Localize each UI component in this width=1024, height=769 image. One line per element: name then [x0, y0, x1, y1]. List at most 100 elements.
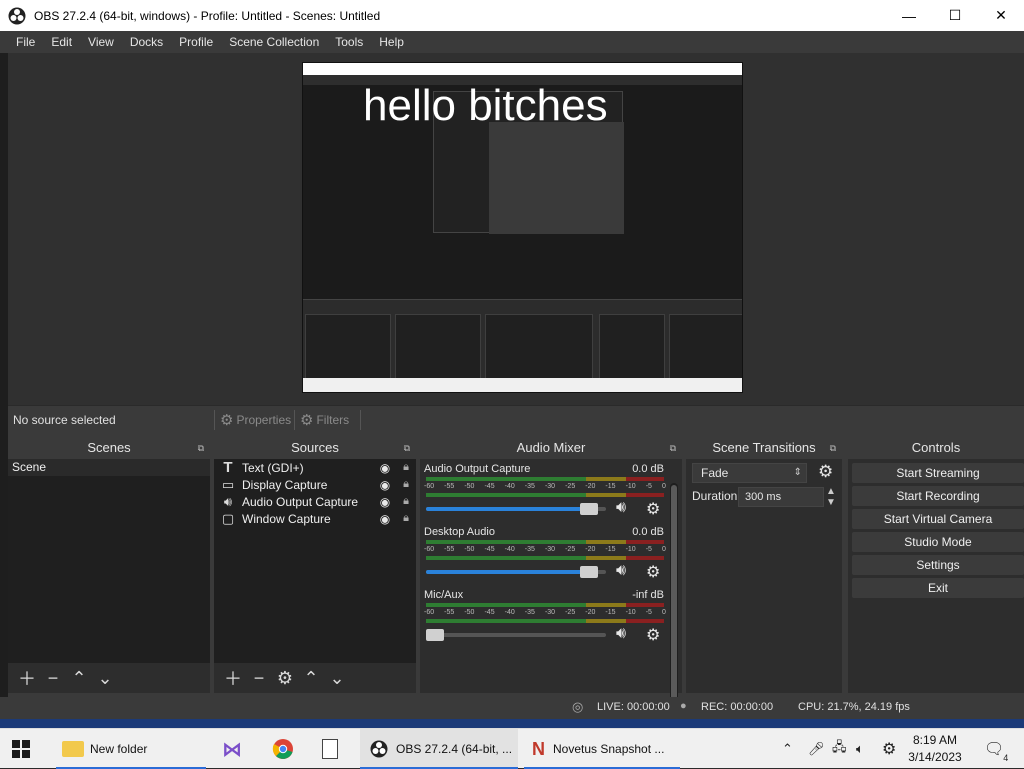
- lock-icon[interactable]: 🔒︎: [396, 478, 416, 491]
- tick-label: -30: [544, 483, 556, 490]
- menu-profile[interactable]: Profile: [171, 31, 221, 53]
- source-settings-gear-icon[interactable]: ⚙: [272, 668, 298, 689]
- float-dock-icon[interactable]: ⧉: [830, 437, 836, 459]
- remove-scene-icon[interactable]: −: [40, 668, 66, 689]
- volume-slider[interactable]: [426, 629, 606, 641]
- start-recording-button[interactable]: Start Recording: [852, 486, 1024, 506]
- folder-icon: [62, 741, 84, 757]
- transitions-header: Scene Transitions ⧉: [686, 437, 842, 459]
- move-down-icon[interactable]: ⌄: [92, 668, 118, 689]
- volume-slider[interactable]: [426, 566, 606, 578]
- obs-logo-icon: [8, 7, 26, 24]
- start-button[interactable]: [12, 729, 40, 769]
- transition-gear-icon[interactable]: ⚙: [818, 462, 833, 482]
- float-dock-icon[interactable]: ⧉: [198, 437, 204, 459]
- tray-chevron-icon[interactable]: ⌃: [782, 729, 793, 769]
- exit-button[interactable]: Exit: [852, 578, 1024, 598]
- properties-label: Properties: [236, 413, 292, 427]
- minimize-button[interactable]: —: [886, 0, 932, 31]
- chrome-icon[interactable]: [272, 729, 298, 769]
- lock-icon[interactable]: 🔒︎: [396, 495, 416, 508]
- visibility-eye-icon[interactable]: ◉: [374, 495, 396, 509]
- taskbar-novetus[interactable]: N Novetus Snapshot ...: [524, 729, 680, 769]
- float-dock-icon[interactable]: ⧉: [404, 437, 410, 459]
- lock-icon[interactable]: 🔒︎: [396, 512, 416, 525]
- nested-inner-preview: [489, 122, 624, 234]
- preview-canvas[interactable]: hello bitches: [302, 62, 743, 393]
- source-item[interactable]: 🔊︎ Audio Output Capture ◉ 🔒︎: [214, 493, 416, 510]
- move-up-icon[interactable]: ⌃: [298, 668, 324, 689]
- transitions-body: Fade ⇕ ⚙ Duration 300 ms ▲ ▼: [686, 459, 842, 693]
- studio-mode-button[interactable]: Studio Mode: [852, 532, 1024, 552]
- tick-label: -40: [504, 609, 515, 616]
- windows-logo-icon: [12, 740, 30, 758]
- tick-label: -45: [484, 546, 495, 553]
- notifications-icon[interactable]: 🗨︎ 4: [984, 729, 1008, 769]
- channel-gear-icon[interactable]: ⚙: [646, 625, 660, 645]
- speaker-mute-icon[interactable]: 🔊︎: [616, 625, 626, 643]
- maximize-button[interactable]: ☐: [932, 0, 978, 31]
- move-down-icon[interactable]: ⌄: [324, 668, 350, 689]
- speaker-mute-icon[interactable]: 🔊︎: [616, 499, 626, 517]
- close-button[interactable]: ✕: [978, 0, 1024, 31]
- text-source-overlay: hello bitches: [363, 81, 608, 130]
- speaker-mute-icon[interactable]: 🔊︎: [616, 562, 626, 580]
- taskbar-folder[interactable]: New folder: [56, 729, 206, 769]
- filters-button[interactable]: ⚙ Filters: [300, 411, 349, 429]
- scene-item[interactable]: Scene: [8, 459, 210, 476]
- visual-studio-icon[interactable]: ⋈: [222, 729, 248, 769]
- controls-body: Start Streaming Start Recording Start Vi…: [848, 459, 1024, 693]
- microphone-icon[interactable]: 🎤︎: [808, 729, 825, 769]
- taskbar-clock[interactable]: 8:19 AM 3/14/2023: [895, 732, 975, 766]
- obs-window: OBS 27.2.4 (64-bit, windows) - Profile: …: [0, 0, 1024, 728]
- visibility-eye-icon[interactable]: ◉: [374, 461, 396, 475]
- scrollbar-thumb[interactable]: [671, 485, 677, 709]
- scenes-header: Scenes ⧉: [8, 437, 210, 459]
- start-virtual-camera-button[interactable]: Start Virtual Camera: [852, 509, 1024, 529]
- channel-gear-icon[interactable]: ⚙: [646, 499, 660, 519]
- volume-slider[interactable]: [426, 503, 606, 515]
- menu-docks[interactable]: Docks: [122, 31, 171, 53]
- spin-down-icon[interactable]: ▼: [826, 497, 836, 508]
- toolbar-divider: [214, 410, 215, 430]
- live-signal-icon: ◎: [572, 699, 584, 714]
- source-item[interactable]: T Text (GDI+) ◉ 🔒︎: [214, 459, 416, 476]
- filters-label: Filters: [316, 413, 350, 427]
- visibility-eye-icon[interactable]: ◉: [374, 512, 396, 526]
- obs-logo-icon: [370, 740, 388, 758]
- lock-icon[interactable]: 🔒︎: [396, 461, 416, 474]
- nested-sources-dock: [395, 314, 481, 384]
- source-item[interactable]: ▭ Display Capture ◉ 🔒︎: [214, 476, 416, 493]
- channel-db: 0.0 dB: [632, 526, 664, 538]
- menu-scene-collection[interactable]: Scene Collection: [221, 31, 327, 53]
- menu-tools[interactable]: Tools: [327, 31, 371, 53]
- novetus-icon: N: [532, 738, 545, 759]
- spin-up-icon[interactable]: ▲: [826, 486, 836, 497]
- menu-edit[interactable]: Edit: [43, 31, 80, 53]
- mixer-scrollbar[interactable]: [670, 483, 678, 711]
- remove-source-icon[interactable]: −: [246, 668, 272, 689]
- move-up-icon[interactable]: ⌃: [66, 668, 92, 689]
- add-source-icon[interactable]: ＋: [220, 665, 246, 691]
- taskbar-folder-label: New folder: [90, 742, 148, 756]
- transition-select[interactable]: Fade ⇕: [692, 463, 807, 483]
- duration-input[interactable]: 300 ms: [738, 487, 824, 507]
- menu-view[interactable]: View: [80, 31, 122, 53]
- tick-label: 0: [661, 609, 666, 616]
- taskbar-obs[interactable]: OBS 27.2.4 (64-bit, ...: [360, 729, 518, 769]
- channel-gear-icon[interactable]: ⚙: [646, 562, 660, 582]
- properties-button[interactable]: ⚙ Properties: [220, 411, 291, 429]
- network-icon[interactable]: 🖧︎: [832, 729, 847, 769]
- menu-help[interactable]: Help: [371, 31, 412, 53]
- tick-label: -25: [565, 483, 576, 490]
- menu-file[interactable]: File: [8, 31, 43, 53]
- add-scene-icon[interactable]: ＋: [14, 665, 40, 691]
- volume-icon[interactable]: 🔈︎: [856, 729, 864, 769]
- live-timer: LIVE: 00:00:00: [597, 701, 670, 713]
- visibility-eye-icon[interactable]: ◉: [374, 478, 396, 492]
- float-dock-icon[interactable]: ⧉: [670, 437, 676, 459]
- start-streaming-button[interactable]: Start Streaming: [852, 463, 1024, 483]
- file-icon[interactable]: [322, 729, 346, 769]
- settings-button[interactable]: Settings: [852, 555, 1024, 575]
- source-item[interactable]: ▢ Window Capture ◉ 🔒︎: [214, 510, 416, 527]
